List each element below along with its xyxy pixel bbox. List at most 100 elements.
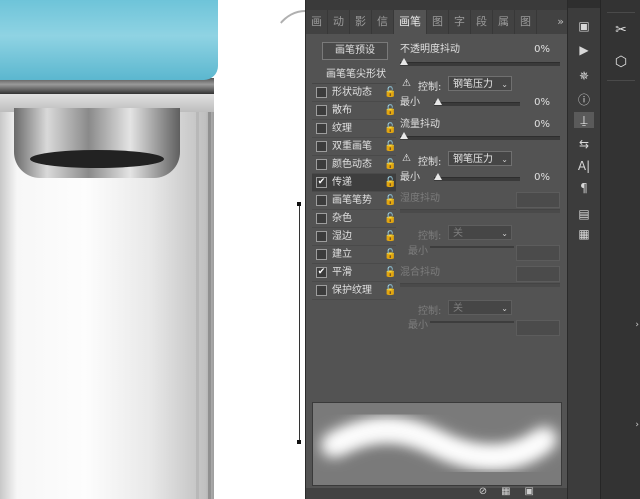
option-checkbox[interactable]	[316, 105, 327, 116]
option-checkbox[interactable]	[316, 87, 327, 98]
lock-icon[interactable]: 🔓	[384, 84, 396, 101]
paragraph-icon[interactable]: ¶	[574, 180, 594, 196]
option-checkbox[interactable]	[316, 249, 327, 260]
brush-option-item[interactable]: 形状动态 🔓	[312, 84, 396, 102]
brush-presets-button[interactable]: 画笔预设	[322, 42, 388, 60]
option-label: 双重画笔	[332, 141, 372, 152]
lock-icon[interactable]: 🔓	[384, 102, 396, 119]
path-anchor-top[interactable]	[297, 202, 301, 206]
bottle-cap	[0, 0, 218, 80]
flow-control-row: ⚠ 控制: 钢笔压力 ⌄	[400, 151, 562, 169]
flow-control-dropdown[interactable]: 钢笔压力 ⌄	[448, 151, 512, 166]
lock-icon[interactable]: 🔓	[384, 264, 396, 281]
flow-min-thumb[interactable]	[434, 173, 442, 180]
opacity-jitter-thumb[interactable]	[400, 58, 408, 65]
option-checkbox[interactable]	[316, 123, 327, 134]
opacity-control-dropdown[interactable]: 钢笔压力 ⌄	[448, 76, 512, 91]
lock-icon[interactable]: 🔓	[384, 210, 396, 227]
stroke-preview-graphic	[321, 417, 557, 470]
opacity-min-slider[interactable]	[434, 98, 520, 106]
panel-tab[interactable]: 属	[493, 10, 515, 34]
opacity-min-thumb[interactable]	[434, 98, 442, 105]
brush-option-item[interactable]: 散布 🔓	[312, 102, 396, 120]
option-label: 保护纹理	[332, 285, 372, 296]
panel-tab[interactable]: 字	[449, 10, 471, 34]
option-checkbox[interactable]	[316, 195, 327, 206]
3d-cube-icon[interactable]: ⬡	[610, 52, 632, 72]
wetness-jitter-value-box	[516, 192, 560, 208]
play-icon[interactable]: ▶	[574, 42, 594, 58]
flow-jitter-row: 流量抖动 0%	[400, 117, 562, 133]
brush-option-item[interactable]: 颜色动态 🔓	[312, 156, 396, 174]
lock-icon[interactable]: 🔓	[384, 282, 396, 299]
option-checkbox[interactable]	[316, 159, 327, 170]
brush-tip-shape-item[interactable]: 画笔笔尖形状	[312, 66, 396, 84]
collapse-mark[interactable]: ›	[635, 320, 639, 330]
sun-adjust-icon[interactable]: ✵	[574, 68, 594, 84]
mix-control-value: 关	[453, 303, 463, 314]
option-label: 散布	[332, 105, 352, 116]
lock-icon[interactable]: 🔓	[384, 192, 396, 209]
brush-option-item[interactable]: 杂色 🔓	[312, 210, 396, 228]
document-canvas[interactable]	[0, 0, 305, 499]
flow-min-slider[interactable]	[434, 173, 520, 181]
collapse-mark[interactable]: ›	[635, 420, 639, 430]
tabs-overflow-icon[interactable]: »	[557, 10, 564, 34]
brush-option-item[interactable]: 纹理 🔓	[312, 120, 396, 138]
brush-option-item[interactable]: 保护纹理 🔓	[312, 282, 396, 300]
option-checkbox[interactable]	[316, 141, 327, 152]
bottle-ring	[0, 78, 214, 94]
brush-option-item[interactable]: 建立 🔓	[312, 246, 396, 264]
panel-footer-icons[interactable]: ⊘▦▣	[479, 486, 548, 497]
opacity-jitter-value: 0%	[534, 44, 550, 55]
brush-option-item[interactable]: ✔ 传递 🔓	[312, 174, 396, 192]
option-checkbox[interactable]	[316, 285, 327, 296]
panel-tab[interactable]: 信	[372, 10, 394, 34]
lock-icon[interactable]: 🔓	[384, 174, 396, 191]
path-line[interactable]	[299, 204, 300, 442]
mix-control-row: 控制: 关 ⌄	[400, 300, 562, 318]
brush-option-item[interactable]: 画笔笔势 🔓	[312, 192, 396, 210]
path-anchor-bottom[interactable]	[297, 440, 301, 444]
warning-icon: ⚠	[402, 153, 411, 164]
lock-icon[interactable]: 🔓	[384, 246, 396, 263]
3d-icon[interactable]: ▦	[574, 226, 594, 242]
panel-tab[interactable]: 段	[471, 10, 493, 34]
document-icon[interactable]: ▤	[574, 206, 594, 222]
option-checkbox[interactable]	[316, 231, 327, 242]
layers-icon[interactable]: ▣	[574, 18, 594, 34]
info-icon[interactable]: ⓘ	[574, 92, 594, 108]
option-checkbox[interactable]: ✔	[316, 177, 327, 188]
chevron-down-icon: ⌄	[501, 80, 508, 89]
opacity-min-value: 0%	[534, 97, 550, 108]
flow-jitter-thumb[interactable]	[400, 132, 408, 139]
panel-tab[interactable]: 画	[306, 10, 328, 34]
swap-icon[interactable]: ⇆	[574, 136, 594, 152]
option-label: 湿边	[332, 231, 352, 242]
tab-brush[interactable]: 画笔	[394, 10, 427, 34]
lock-icon[interactable]: 🔓	[384, 156, 396, 173]
flow-min-label: 最小	[400, 172, 420, 183]
mix-jitter-label: 混合抖动	[400, 267, 440, 278]
opacity-jitter-slider[interactable]	[400, 58, 560, 66]
flow-jitter-slider[interactable]	[400, 132, 560, 140]
brush-option-item[interactable]: 双重画笔 🔓	[312, 138, 396, 156]
panel-tab[interactable]: 影	[350, 10, 372, 34]
option-checkbox[interactable]	[316, 213, 327, 224]
panel-tab[interactable]: 图	[427, 10, 449, 34]
character-icon[interactable]: A|	[574, 158, 594, 174]
brush-option-item[interactable]: 湿边 🔓	[312, 228, 396, 246]
panel-tab[interactable]: 图	[515, 10, 537, 34]
lock-icon[interactable]: 🔓	[384, 228, 396, 245]
lock-icon[interactable]: 🔓	[384, 138, 396, 155]
brush-icon[interactable]: ⍊	[574, 112, 594, 128]
lock-icon[interactable]: 🔓	[384, 120, 396, 137]
scissors-icon[interactable]: ✂	[610, 20, 632, 40]
mix-control-dropdown: 关 ⌄	[448, 300, 512, 315]
bottle-edge	[208, 112, 211, 499]
brush-stroke-preview	[312, 402, 562, 486]
brush-option-item[interactable]: ✔ 平滑 🔓	[312, 264, 396, 282]
panel-tab[interactable]: 动	[328, 10, 350, 34]
option-checkbox[interactable]: ✔	[316, 267, 327, 278]
option-label: 传递	[332, 177, 352, 188]
